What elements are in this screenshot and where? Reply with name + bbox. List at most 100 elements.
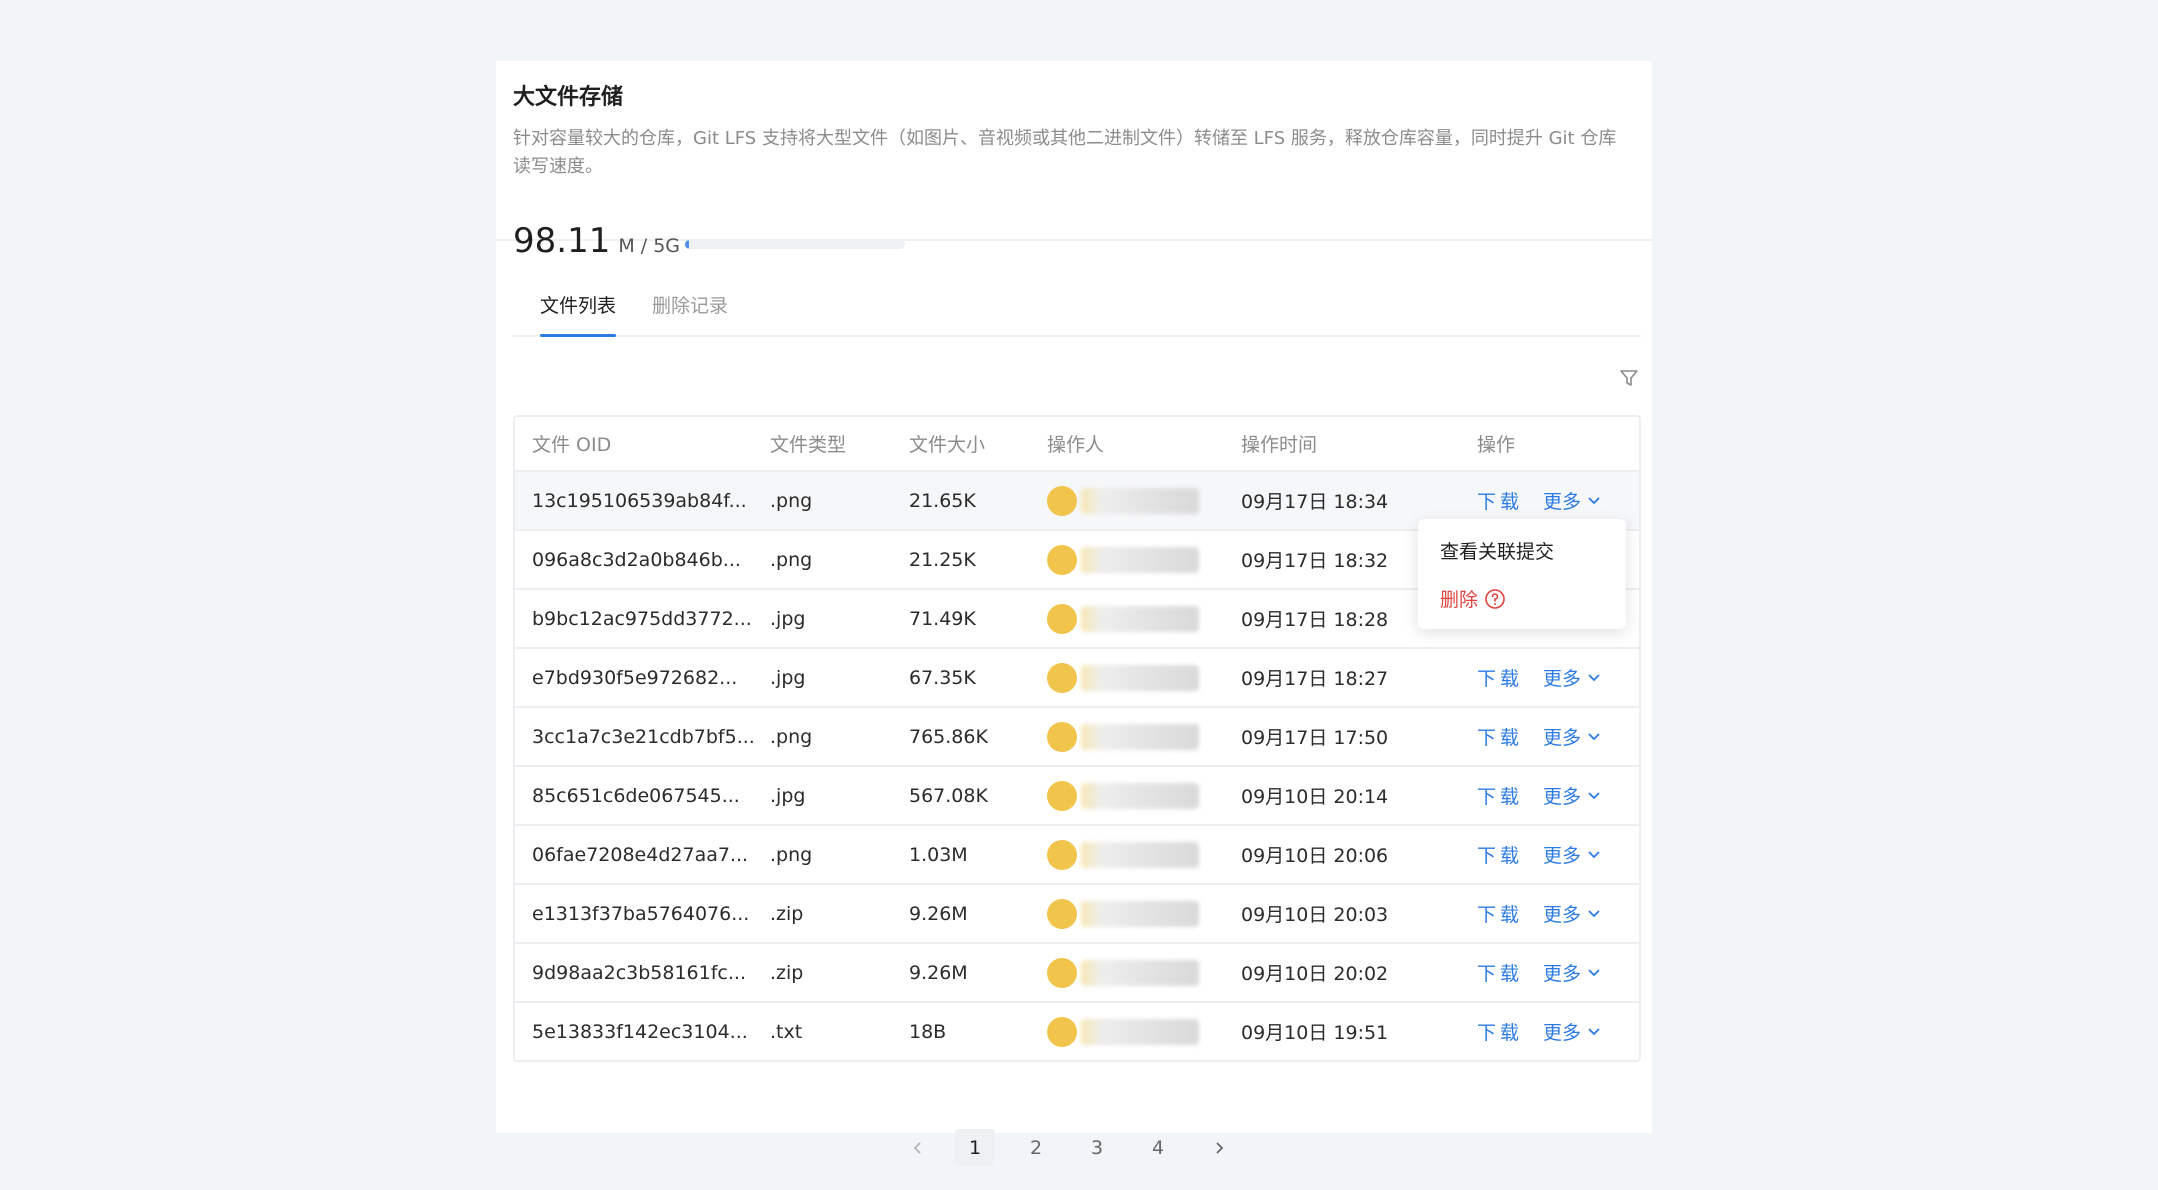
more-button-label: 更多 [1543,782,1581,809]
more-button-label: 更多 [1543,664,1581,691]
cell-oid: 13c195106539ab84f... [532,472,747,529]
cell-size: 765.86K [909,708,988,765]
more-button-label: 更多 [1543,723,1581,750]
cell-size: 21.65K [909,472,976,529]
page-3[interactable]: 3 [1077,1129,1117,1167]
cell-actions: 下载 更多 [1477,767,1601,824]
table-row: 85c651c6de067545... .jpg 567.08K 09月10日 … [515,765,1639,824]
cell-operator [1047,826,1199,883]
table-row: 3cc1a7c3e21cdb7bf5... .png 765.86K 09月17… [515,706,1639,765]
menu-delete-label: 删除 [1440,585,1478,612]
more-button[interactable]: 更多 [1543,487,1601,514]
tab-file-list[interactable]: 文件列表 [540,291,616,335]
cell-size: 18B [909,1003,946,1060]
operator-name-blurred [1081,488,1199,514]
download-link[interactable]: 下载 [1477,1018,1523,1045]
cell-size: 567.08K [909,767,988,824]
card-header: 大文件存储 针对容量较大的仓库，Git LFS 支持将大型文件（如图片、音视频或… [496,61,1652,241]
operator-name-blurred [1081,842,1199,868]
avatar [1047,958,1077,988]
more-button[interactable]: 更多 [1543,1018,1601,1045]
cell-oid: 3cc1a7c3e21cdb7bf5... [532,708,755,765]
column-header-actions: 操作 [1477,417,1515,470]
page-4[interactable]: 4 [1138,1129,1178,1167]
operator-name-blurred [1081,783,1199,809]
operator-name-blurred [1081,901,1199,927]
page-2[interactable]: 2 [1016,1129,1056,1167]
cell-operator [1047,708,1199,765]
cell-oid: 9d98aa2c3b58161fc... [532,944,746,1001]
page-description: 针对容量较大的仓库，Git LFS 支持将大型文件（如图片、音视频或其他二进制文… [513,125,1633,181]
cell-operator [1047,590,1199,647]
menu-delete[interactable]: 删除 [1440,585,1506,612]
file-table: 文件 OID 文件类型 文件大小 操作人 操作时间 操作 13c19510653… [513,415,1641,1062]
chevron-down-icon [1587,791,1601,801]
cell-operator [1047,767,1199,824]
cell-oid: 06fae7208e4d27aa7... [532,826,748,883]
chevron-down-icon [1587,1027,1601,1037]
filter-icon[interactable] [1618,367,1640,389]
cell-oid: e7bd930f5e972682... [532,649,737,706]
download-link[interactable]: 下载 [1477,841,1523,868]
cell-actions: 下载 更多 [1477,649,1601,706]
cell-actions: 下载 更多 [1477,708,1601,765]
more-button[interactable]: 更多 [1543,841,1601,868]
operator-name-blurred [1081,665,1199,691]
column-header-time: 操作时间 [1241,417,1317,470]
cell-operator [1047,649,1199,706]
tab-delete-records[interactable]: 删除记录 [652,291,728,335]
cell-type: .jpg [770,649,805,706]
avatar [1047,1017,1077,1047]
cell-oid: 096a8c3d2a0b846b... [532,531,741,588]
cell-time: 09月10日 19:51 [1241,1003,1388,1060]
cell-operator [1047,472,1199,529]
cell-time: 09月17日 18:32 [1241,531,1388,588]
more-button-label: 更多 [1543,1018,1581,1045]
prev-page-button[interactable] [898,1129,938,1167]
more-button[interactable]: 更多 [1543,723,1601,750]
help-circle-icon[interactable] [1484,588,1506,610]
cell-oid: 5e13833f142ec3104... [532,1003,748,1060]
cell-type: .zip [770,944,803,1001]
download-link[interactable]: 下载 [1477,959,1523,986]
download-link[interactable]: 下载 [1477,664,1523,691]
usage-progress-bar [685,240,905,249]
page-1[interactable]: 1 [955,1129,995,1167]
cell-time: 09月17日 18:28 [1241,590,1388,647]
cell-type: .zip [770,885,803,942]
avatar [1047,899,1077,929]
menu-view-commit[interactable]: 查看关联提交 [1440,537,1554,564]
avatar [1047,486,1077,516]
cell-time: 09月10日 20:03 [1241,885,1388,942]
download-link[interactable]: 下载 [1477,900,1523,927]
cell-time: 09月17日 17:50 [1241,708,1388,765]
more-button[interactable]: 更多 [1543,959,1601,986]
cell-oid: b9bc12ac975dd3772... [532,590,752,647]
storage-usage: 98.11 M / 5G [513,221,680,261]
cell-size: 9.26M [909,944,968,1001]
more-button[interactable]: 更多 [1543,664,1601,691]
cell-type: .png [770,826,812,883]
next-page-button[interactable] [1199,1129,1239,1167]
cell-time: 09月10日 20:14 [1241,767,1388,824]
avatar [1047,840,1077,870]
operator-name-blurred [1081,1019,1199,1045]
cell-size: 1.03M [909,826,968,883]
menu-view-commit-label: 查看关联提交 [1440,537,1554,564]
cell-type: .png [770,708,812,765]
table-row: 5e13833f142ec3104... .txt 18B 09月10日 19:… [515,1001,1639,1060]
download-link[interactable]: 下载 [1477,782,1523,809]
more-button-label: 更多 [1543,959,1581,986]
cell-size: 9.26M [909,885,968,942]
operator-name-blurred [1081,724,1199,750]
cell-size: 21.25K [909,531,976,588]
avatar [1047,781,1077,811]
operator-name-blurred [1081,547,1199,573]
cell-size: 71.49K [909,590,976,647]
more-button[interactable]: 更多 [1543,900,1601,927]
cell-type: .jpg [770,590,805,647]
table-row: 06fae7208e4d27aa7... .png 1.03M 09月10日 2… [515,824,1639,883]
download-link[interactable]: 下载 [1477,723,1523,750]
download-link[interactable]: 下载 [1477,487,1523,514]
more-button[interactable]: 更多 [1543,782,1601,809]
